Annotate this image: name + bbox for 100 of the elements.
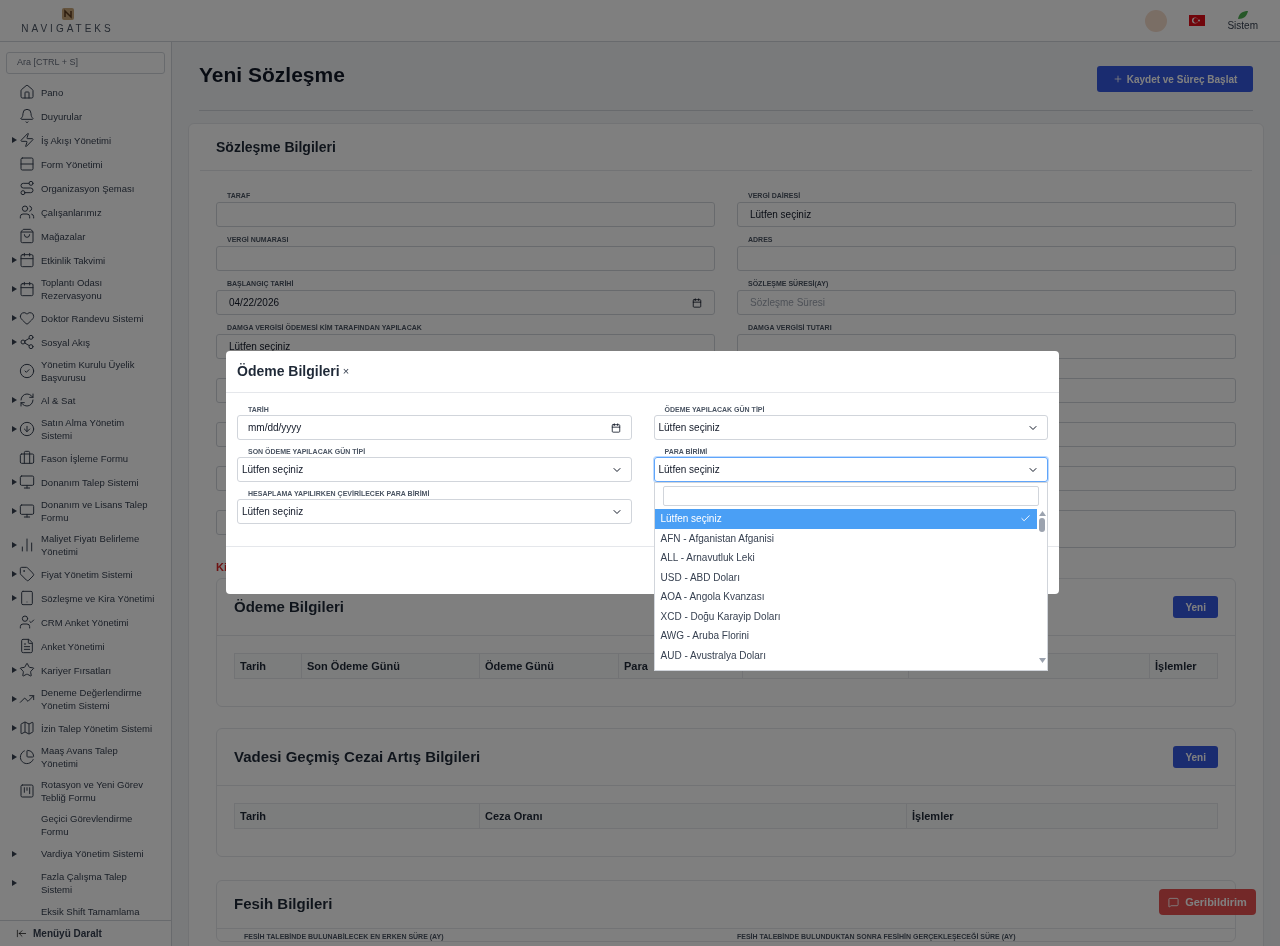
star-icon [19,662,35,678]
sidebar-item[interactable]: Form Yönetimi [0,152,171,176]
page-title: Yeni Sözleşme [199,62,345,88]
sidebar-item[interactable]: Organizasyon Şeması [0,176,171,200]
sidebar-item[interactable]: Toplantı Odası Rezervasyonu [0,272,171,306]
date-field[interactable]: mm/dd/yyyy [237,415,632,440]
save-button[interactable]: Kaydet ve Süreç Başlat [1097,66,1253,92]
sidebar-item[interactable]: Çalışanlarımız [0,200,171,224]
search-field[interactable]: Ara [CTRL + S] [6,52,165,74]
caret-icon [12,879,17,886]
select-field[interactable]: Lütfen seçiniz [237,499,632,524]
caret-icon [12,315,17,321]
sidebar-item[interactable]: İzin Talep Yönetim Sistemi [0,716,171,740]
sidebar-item[interactable]: Deneme Değerlendirme Yönetim Sistemi [0,682,171,716]
section-title: Sözleşme Bilgileri [216,137,336,157]
sidebar-item[interactable]: Maliyet Fiyatı Belirleme Yönetimi [0,528,171,562]
sidebar-item[interactable]: Duyurular [0,104,171,128]
user-menu[interactable]: Sistem [1227,20,1258,31]
flag-icon[interactable] [1189,15,1206,26]
rows-icon [19,156,35,172]
message-icon [1168,896,1180,908]
plus-icon [1112,74,1123,84]
user-check-icon [19,614,35,630]
caret-icon [12,667,17,673]
new-button[interactable]: Yeni [1173,596,1218,618]
dropdown-search-field[interactable] [662,486,1039,506]
sidebar-item[interactable]: Geçici Görevlendirme Formu [0,808,171,842]
section-title: Fesih Bilgileri [234,894,333,915]
section-title: Ödeme Bilgileri [234,596,345,617]
calendar-icon [692,297,702,308]
sidebar-item[interactable]: Etkinlik Takvimi [0,248,171,272]
bell-icon [19,108,35,124]
home-icon [19,84,35,100]
sidebar-item[interactable]: Fiyat Yönetim Sistemi [0,562,171,586]
sidebar-item[interactable]: Donanım ve Lisans Talep Formu [0,494,171,528]
dropdown-option[interactable]: AFN - Afganistan Afganisi [654,528,1037,548]
caret-icon [12,339,17,345]
caret-icon [12,595,17,601]
sidebar-item[interactable]: Fazla Çalışma Talep Sistemi [0,865,171,900]
kanban-icon [19,783,35,799]
caret-icon [12,754,17,760]
dropdown-option[interactable]: XCD - Doğu Karayip Doları [654,606,1037,626]
sidebar-item[interactable]: İş Akışı Yönetimi [0,128,171,152]
input-field[interactable]: Lütfen seçiniz [737,202,1236,227]
column-header: Tarih [235,654,302,678]
sidebar-item[interactable]: Eksik Shift Tamamlama [0,899,171,920]
sidebar-item[interactable]: Rotasyon ve Yeni Görev Tebliğ Formu [0,774,171,808]
section-title: Vadesi Geçmiş Cezai Artış Bilgileri [234,746,481,767]
sidebar-item[interactable]: Satın Alma Yönetim Sistemi [0,412,171,446]
column-header: Ceza Oranı [480,804,907,828]
select-field[interactable]: Lütfen seçiniz [653,457,1048,482]
sidebar-item[interactable]: Maaş Avans Talep Yönetimi [0,740,171,774]
sidebar-item[interactable]: Pano [0,80,171,104]
column-header: Ödeme Günü [480,654,619,678]
new-button[interactable]: Yeni [1173,746,1218,768]
sidebar-item[interactable]: Mağazalar [0,224,171,248]
column-header: İşlemler [1154,658,1198,674]
dropdown-option[interactable]: USD - ABD Doları [654,567,1037,587]
date-field[interactable]: 04/22/2026 [216,290,715,315]
heart-icon [19,310,35,326]
sidebar-item[interactable]: CRM Anket Yönetimi [0,610,171,634]
bar-chart-icon [19,537,35,553]
dropdown-option[interactable]: AWG - Aruba Florini [654,626,1037,646]
sidebar-item[interactable]: Yönetim Kurulu Üyelik Başvurusu [0,354,171,388]
select-field[interactable]: Lütfen seçiniz [237,457,632,482]
caret-icon [12,850,17,857]
document-icon [19,638,35,654]
caret-icon [12,137,17,143]
scroll-down-icon[interactable] [1038,658,1046,663]
sidebar-item[interactable]: Vardiya Yönetim Sistemi [0,842,171,866]
briefcase-icon [19,450,35,466]
dropdown-option[interactable]: ALL - Arnavutluk Leki [654,548,1037,568]
sidebar-item[interactable]: Anket Yönetimi [0,634,171,658]
sidebar-item[interactable]: Al & Sat [0,388,171,412]
sidebar-item[interactable]: Donanım Talep Sistemi [0,470,171,494]
close-button[interactable]: × [342,363,350,380]
calendar-icon [610,422,621,433]
error-text: Ki [216,561,227,573]
dropdown-option[interactable]: AOA - Angola Kvanzası [654,587,1037,607]
sidebar-item[interactable]: Kariyer Fırsatları [0,658,171,682]
column-header: Tarih [235,804,480,828]
sidebar-item[interactable]: Doktor Randevu Sistemi [0,306,171,330]
scroll-up-icon[interactable] [1038,511,1046,516]
dropdown-option[interactable]: Lütfen seçiniz [654,509,1037,529]
calendar-icon [19,252,35,268]
sidebar-item[interactable]: Sosyal Akış [0,330,171,354]
caret-icon [12,571,17,577]
calendar-icon [19,281,35,297]
sidebar-item[interactable]: Sözleşme ve Kira Yönetimi [0,586,171,610]
caret-icon [12,479,17,485]
modal-title: Ödeme Bilgileri [237,362,340,381]
feedback-button[interactable]: Geribildirim [1159,889,1256,915]
collapse-menu-link[interactable]: Menüyü Daralt [33,926,102,941]
scroll-thumb[interactable] [1039,518,1045,532]
avatar[interactable] [1145,9,1168,32]
caret-icon [12,542,17,548]
sidebar-item[interactable]: Fason İşleme Formu [0,446,171,470]
bag-icon [19,228,35,244]
share-icon [19,334,35,350]
select-field[interactable]: Lütfen seçiniz [653,415,1048,440]
